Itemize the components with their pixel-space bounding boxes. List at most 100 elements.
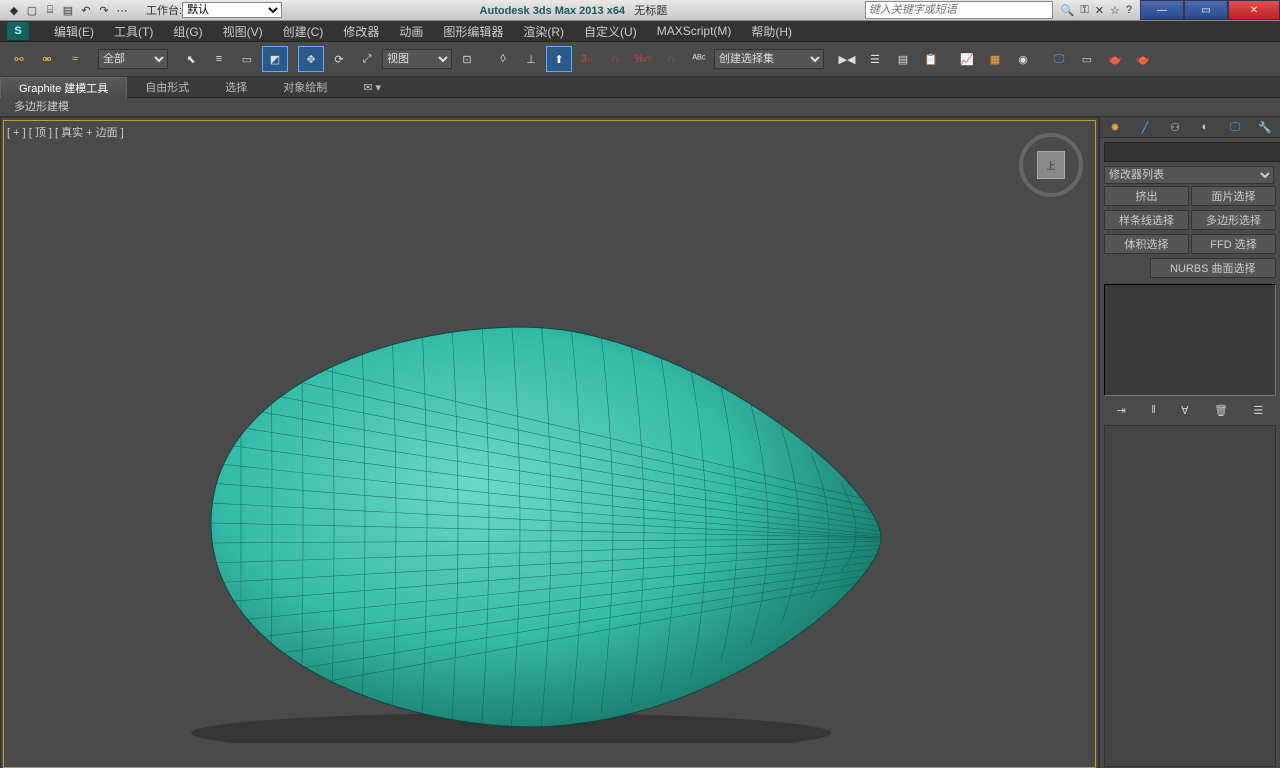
new-icon[interactable]: ▢ <box>24 2 40 18</box>
pivot-icon[interactable]: ⊡ <box>454 46 480 72</box>
btn-nurbs-select[interactable]: NURBS 曲面选择 <box>1150 258 1277 278</box>
snap-toggle-icon[interactable]: ⬆ <box>546 46 572 72</box>
remove-modifier-icon[interactable]: 🗑 <box>1214 404 1228 417</box>
menu-help[interactable]: 帮助(H) <box>741 23 802 40</box>
modify-tab-icon[interactable]: ╱ <box>1135 119 1155 135</box>
app-logo-icon[interactable]: S <box>6 21 30 41</box>
angle-snap-icon[interactable]: 3∩ <box>574 46 600 72</box>
btn-extrude[interactable]: 挤出 <box>1104 186 1189 206</box>
btn-vol-select[interactable]: 体积选择 <box>1104 234 1189 254</box>
create-tab-icon[interactable]: ✸ <box>1105 119 1125 135</box>
ribbon-panel-label[interactable]: 多边形建模 <box>0 98 1280 117</box>
show-end-result-icon[interactable]: ‖ <box>1151 404 1156 417</box>
window-title: Autodesk 3ds Max 2013 x64 无标题 <box>282 2 865 18</box>
help-icon[interactable]: ? <box>1126 4 1132 17</box>
menu-graph[interactable]: 图形编辑器 <box>433 23 513 40</box>
key-icon[interactable]: ⚿ <box>1080 4 1088 17</box>
render-setup-icon[interactable]: 🖵 <box>1046 46 1072 72</box>
close-button[interactable]: ✕ <box>1228 0 1280 20</box>
material-editor-icon[interactable]: ◉ <box>1010 46 1036 72</box>
btn-ffd-select[interactable]: FFD 选择 <box>1191 234 1276 254</box>
align-icon[interactable]: ☰ <box>862 46 888 72</box>
scale-icon[interactable]: ⤢ <box>354 46 380 72</box>
layer-manager-icon[interactable]: 📋 <box>918 46 944 72</box>
tab-object-paint[interactable]: 对象绘制 <box>265 77 345 97</box>
menu-group[interactable]: 组(G) <box>163 23 212 40</box>
menu-customize[interactable]: 自定义(U) <box>574 23 647 40</box>
object-name-input[interactable] <box>1104 142 1280 162</box>
motion-tab-icon[interactable]: ◐ <box>1195 119 1215 135</box>
menu-create[interactable]: 创建(C) <box>273 23 334 40</box>
named-selection-select[interactable]: 创建选择集 <box>714 49 824 69</box>
viewport-label[interactable]: [ + ] [ 顶 ] [ 真实 + 边面 ] <box>7 124 124 140</box>
make-unique-icon[interactable]: ∀ <box>1181 404 1189 417</box>
viewport[interactable]: [ + ] [ 顶 ] [ 真实 + 边面 ] 上 <box>0 117 1099 768</box>
infocenter-icons: 🔍 ⚿ ✕ ☆ ? <box>1053 4 1140 17</box>
menubar: S 编辑(E) 工具(T) 组(G) 视图(V) 创建(C) 修改器 动画 图形… <box>0 21 1280 42</box>
modifier-list-select[interactable]: 修改器列表 <box>1104 166 1274 184</box>
unlink-icon[interactable]: ⚮ <box>34 46 60 72</box>
curve-editor-icon[interactable]: 📈 <box>954 46 980 72</box>
render-frame-icon[interactable]: ▭ <box>1074 46 1100 72</box>
menu-animation[interactable]: 动画 <box>389 23 433 40</box>
btn-spline-select[interactable]: 样条线选择 <box>1104 210 1189 230</box>
render-prod-icon[interactable]: 🫖 <box>1130 46 1156 72</box>
more-icon[interactable]: ⋯ <box>114 2 130 18</box>
menu-maxscript[interactable]: MAXScript(M) <box>647 24 742 38</box>
workspace-label: 工作台: <box>146 2 182 18</box>
ribbon-dropdown-icon[interactable]: ✉ ▾ <box>345 79 399 96</box>
display-tab-icon[interactable]: 🖵 <box>1225 119 1245 135</box>
tab-freeform[interactable]: 自由形式 <box>127 77 207 97</box>
minimize-button[interactable]: — <box>1140 0 1184 20</box>
undo-icon[interactable]: ↶ <box>78 2 94 18</box>
layers-icon[interactable]: ▤ <box>890 46 916 72</box>
favorite-icon[interactable]: ☆ <box>1110 4 1120 17</box>
redo-icon[interactable]: ↷ <box>96 2 112 18</box>
save-icon[interactable]: ▤ <box>60 2 76 18</box>
menu-tools[interactable]: 工具(T) <box>104 23 163 40</box>
mirror-icon[interactable]: ▶◀ <box>834 46 860 72</box>
hierarchy-tab-icon[interactable]: ⚇ <box>1165 119 1185 135</box>
btn-patch-select[interactable]: 面片选择 <box>1191 186 1276 206</box>
schematic-icon[interactable]: ▦ <box>982 46 1008 72</box>
viewcube-face[interactable]: 上 <box>1037 151 1065 179</box>
menu-view[interactable]: 视图(V) <box>213 23 273 40</box>
select-region-rect-icon[interactable]: ▭ <box>234 46 260 72</box>
btn-poly-select[interactable]: 多边形选择 <box>1191 210 1276 230</box>
link-icon[interactable]: ⚯ <box>6 46 32 72</box>
rollout-area[interactable] <box>1104 425 1276 767</box>
tab-graphite[interactable]: Graphite 建模工具 <box>0 77 127 98</box>
window-crossing-icon[interactable]: ◩ <box>262 46 288 72</box>
bind-icon[interactable]: ≈ <box>62 46 88 72</box>
viewcube[interactable]: 上 <box>1019 133 1083 197</box>
open-icon[interactable]: ⌸ <box>42 2 58 18</box>
model-egg[interactable] <box>181 303 901 743</box>
keyboard-shortcut-icon[interactable]: ⊥ <box>518 46 544 72</box>
pin-stack-icon[interactable]: ⇥ <box>1117 404 1126 417</box>
exchange-icon[interactable]: ✕ <box>1095 4 1104 17</box>
tab-selection[interactable]: 选择 <box>207 77 265 97</box>
workspace-select[interactable]: 默认 <box>182 2 282 18</box>
render-icon[interactable]: 🫖 <box>1102 46 1128 72</box>
configure-sets-icon[interactable]: ☰ <box>1253 404 1263 417</box>
move-icon[interactable]: ✥ <box>298 46 324 72</box>
ref-coord-select[interactable]: 视图 <box>382 49 452 69</box>
menu-render[interactable]: 渲染(R) <box>513 23 574 40</box>
help-search-input[interactable] <box>865 1 1053 19</box>
modifier-stack[interactable] <box>1104 284 1276 396</box>
maximize-button[interactable]: ▭ <box>1184 0 1228 20</box>
select-icon[interactable]: ⬉ <box>178 46 204 72</box>
select-name-icon[interactable]: ≡ <box>206 46 232 72</box>
spinner-snap-icon[interactable]: %∩ <box>630 46 656 72</box>
menu-modifiers[interactable]: 修改器 <box>333 23 389 40</box>
percent-snap-icon[interactable]: ∩ <box>602 46 628 72</box>
select-manipulate-icon[interactable]: ◊ <box>490 46 516 72</box>
edged-faces-icon[interactable]: ∩ <box>658 46 684 72</box>
utilities-tab-icon[interactable]: 🔧 <box>1255 119 1275 135</box>
rotate-icon[interactable]: ⟳ <box>326 46 352 72</box>
app-menu-icon[interactable]: ◆ <box>6 2 22 18</box>
abc-icon[interactable]: ᴬᴮᶜ <box>686 46 712 72</box>
menu-edit[interactable]: 编辑(E) <box>44 23 104 40</box>
selection-filter-select[interactable]: 全部 <box>98 49 168 69</box>
search-icon[interactable]: 🔍 <box>1061 4 1075 17</box>
